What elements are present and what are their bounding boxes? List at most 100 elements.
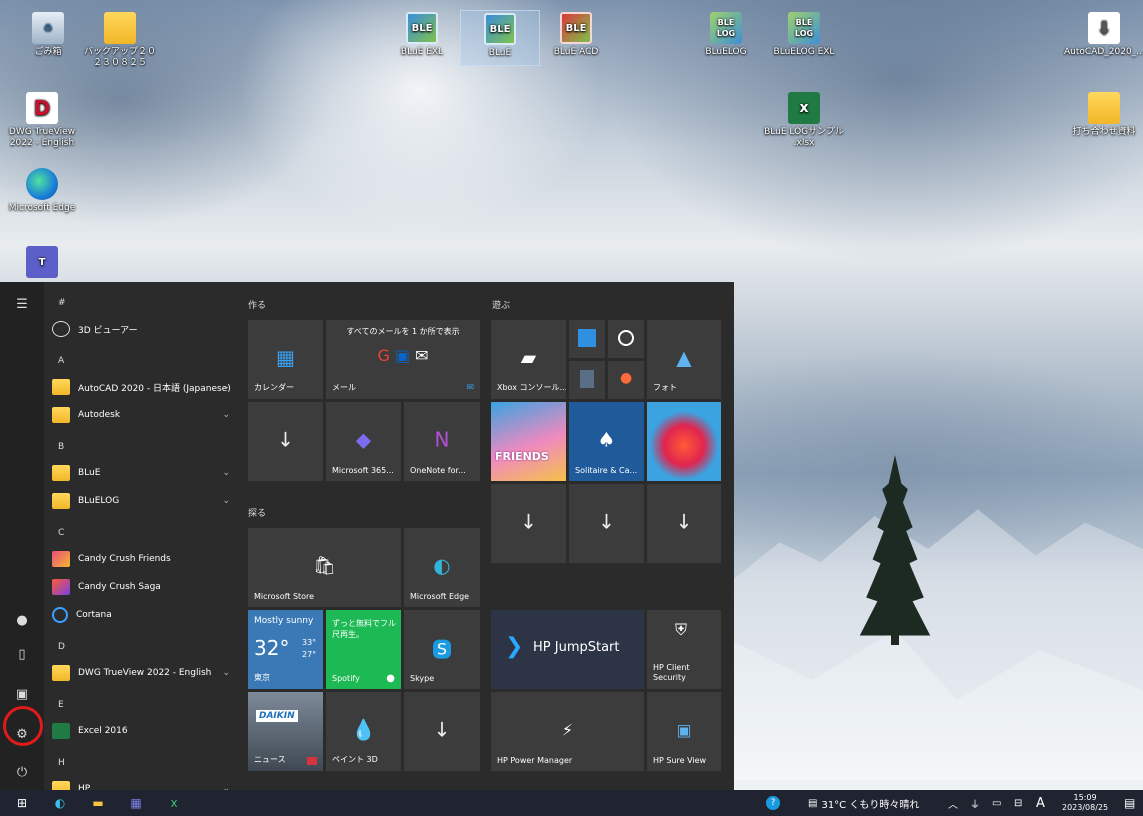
app-item-autodesk[interactable]: Autodesk ⌄ (52, 402, 238, 428)
app-label: Cortana (76, 610, 112, 620)
app-list-letter[interactable]: # (58, 298, 66, 308)
desktop-icon-teams[interactable]: T (2, 246, 82, 281)
tile-calendar[interactable]: ▦ カレンダー (248, 320, 323, 399)
desktop-icon-blue[interactable]: BLE BLuE (460, 10, 540, 66)
tile-photos[interactable]: ▲ フォト (647, 320, 721, 399)
tile-group-title-explore[interactable]: 探る (248, 506, 266, 519)
app-item-candy-crush-saga[interactable]: Candy Crush Saga (52, 574, 238, 600)
weather-icon: ▤ (808, 797, 818, 809)
desktop-icon-dwg-trueview[interactable]: D DWG TrueView 2022 - English (2, 92, 82, 149)
candy-crush-friends-art: FRIENDS (495, 450, 549, 463)
edge-taskbar-icon[interactable]: ◐ (52, 795, 68, 811)
app-list-letter[interactable]: E (58, 700, 64, 710)
tile-movies[interactable] (569, 320, 605, 358)
tile-microsoft-edge[interactable]: ◐ Microsoft Edge (404, 528, 480, 607)
user-account-icon[interactable]: ● (6, 606, 38, 634)
app-list-letter[interactable]: H (58, 758, 65, 768)
bluelog-icon: BLE LOG (710, 12, 742, 44)
pictures-icon[interactable]: ▣ (6, 680, 38, 708)
tile-microsoft-365[interactable]: ◆ Microsoft 365... (326, 402, 401, 481)
tile-download-placeholder[interactable]: ↓ (404, 692, 480, 771)
app-item-dwg-trueview[interactable]: DWG TrueView 2022 - English ⌄ (52, 660, 238, 686)
tile-group-title-create[interactable]: 作る (248, 298, 266, 311)
app-item-candy-crush-friends[interactable]: Candy Crush Friends (52, 546, 238, 572)
help-icon[interactable]: ? (766, 790, 780, 816)
tile-label: メール (332, 383, 356, 392)
battery-tray-icon[interactable]: ▭ (992, 790, 1001, 816)
tile-hp-jumpstart[interactable]: ❯ HP JumpStart (491, 610, 644, 689)
file-explorer-icon[interactable]: ▬ (90, 795, 106, 811)
app-item-3d-viewer[interactable]: 3D ビューアー (52, 316, 238, 342)
blue-acd-icon: BLE (560, 12, 592, 44)
tile-candy-crush-friends[interactable]: FRIENDS (491, 402, 566, 481)
tile-download-placeholder[interactable]: ↓ (491, 484, 566, 563)
tile-mail[interactable]: すべてのメールを 1 か所で表示 G ▣ ✉ メール ✉ (326, 320, 480, 399)
tile-hp-power-manager[interactable]: ⚡ HP Power Manager (491, 692, 644, 771)
tile-news[interactable]: DAIKIN ニュース (248, 692, 323, 771)
app-item-excel[interactable]: Excel 2016 (52, 718, 238, 744)
tile-solitaire[interactable]: ♠ Solitaire & Ca... (569, 402, 644, 481)
tile-weather[interactable]: Mostly sunny 32° 33° 27° 東京 (248, 610, 323, 689)
hamburger-menu-icon[interactable]: ☰ (6, 290, 38, 318)
weather-widget[interactable]: ▤ 31°C くもり時々晴れ (808, 790, 919, 816)
tile-group-title-play[interactable]: 遊ぶ (492, 298, 510, 311)
highlight-circle (3, 706, 43, 746)
documents-icon[interactable]: ▯ (6, 640, 38, 668)
tile-hp-client-security[interactable]: ⛨ HP Client Security (647, 610, 721, 689)
tile-candy-crush-saga[interactable] (647, 402, 721, 481)
desktop-icon-bluelog-sample[interactable]: x BLuE LOGサンプル .xlsx (764, 92, 844, 149)
keyboard-icon[interactable]: ⊟ (1014, 790, 1022, 816)
desktop-icon-bluelog-exl[interactable]: BLE LOG BLuELOG EXL (764, 12, 844, 58)
app-list-letter[interactable]: D (58, 642, 65, 652)
windows-start-icon[interactable]: ⊞ (14, 795, 30, 811)
tile-hp-sure-view[interactable]: ▣ HP Sure View (647, 692, 721, 771)
app-list-letter[interactable]: C (58, 528, 64, 538)
desktop-icon-recycle-bin[interactable]: ♻ ごみ箱 (8, 12, 88, 58)
tile-calculator[interactable] (569, 361, 605, 399)
download-arrow-icon: ↓ (598, 509, 615, 534)
tile-download-placeholder[interactable]: ↓ (248, 402, 323, 481)
desktop-icon-autocad[interactable]: ⬇ AutoCAD_2020_... (1064, 12, 1143, 58)
app-item-cortana[interactable]: Cortana (52, 602, 238, 628)
excel-taskbar-icon[interactable]: x (166, 795, 182, 811)
desktop-icon-bluelog[interactable]: BLE LOG BLuELOG (686, 12, 766, 58)
app-list-letter[interactable]: A (58, 356, 64, 366)
excel-file-icon: x (788, 92, 820, 124)
desktop-icon-blue-exl[interactable]: BLE BLuE EXL (382, 12, 462, 58)
tile-xbox[interactable]: ▰ Xbox コンソール... (491, 320, 566, 399)
desktop-icon-blue-acd[interactable]: BLE BLuE ACD (536, 12, 616, 58)
tile-label: HP Power Manager (497, 756, 573, 765)
tile-download-placeholder[interactable]: ↓ (647, 484, 721, 563)
network-icon[interactable]: ⏚ (970, 790, 980, 816)
app-label: DWG TrueView 2022 - English (78, 668, 212, 678)
power-icon[interactable]: ⏻ (6, 758, 38, 786)
ime-indicator[interactable]: A (1036, 790, 1045, 816)
tile-onenote[interactable]: N OneNote for... (404, 402, 480, 481)
tray-overflow-chevron-icon[interactable]: ︿ (948, 790, 958, 816)
app-item-blue[interactable]: BLuE ⌄ (52, 460, 238, 486)
tile-spotify[interactable]: ずっと無料でフル尺再生。 Spotify ● (326, 610, 401, 689)
tile-microsoft-store[interactable]: 🛍 Microsoft Store (248, 528, 401, 607)
clock[interactable]: 15:09 2023/08/25 (1062, 790, 1108, 816)
tile-groove[interactable] (608, 320, 644, 358)
desktop-icon-meeting-folder[interactable]: 打ち合わせ資料 (1064, 92, 1143, 138)
download-arrow-icon: ↓ (675, 509, 693, 534)
desktop-icon-label: バックアップ２０２３０８２５ (83, 47, 156, 68)
notification-center-icon[interactable]: ▤ (1124, 790, 1135, 816)
tile-label: Solitaire & Ca... (575, 466, 638, 475)
app-list-letter[interactable]: B (58, 442, 64, 452)
tile-download-placeholder[interactable]: ↓ (569, 484, 644, 563)
tile-paint-3d[interactable]: 💧 ペイント 3D (326, 692, 401, 771)
folder-icon (104, 12, 136, 44)
desktop-icon-edge[interactable]: Microsoft Edge (2, 168, 82, 214)
tile-skype[interactable]: S Skype (404, 610, 480, 689)
blue-app-icon: BLE (406, 12, 438, 44)
tile-label: ニュース (254, 755, 286, 764)
tile-label: ペイント 3D (332, 755, 378, 764)
folder-icon (1088, 92, 1120, 124)
teams-taskbar-icon[interactable]: ▦ (128, 795, 144, 811)
desktop-icon-backup-folder[interactable]: バックアップ２０２３０８２５ (80, 12, 160, 69)
app-item-bluelog[interactable]: BLuELOG ⌄ (52, 488, 238, 514)
tile-maps[interactable]: ● (608, 361, 644, 399)
app-item-autocad[interactable]: AutoCAD 2020 - 日本語 (Japanese) ⌄ (52, 374, 238, 400)
